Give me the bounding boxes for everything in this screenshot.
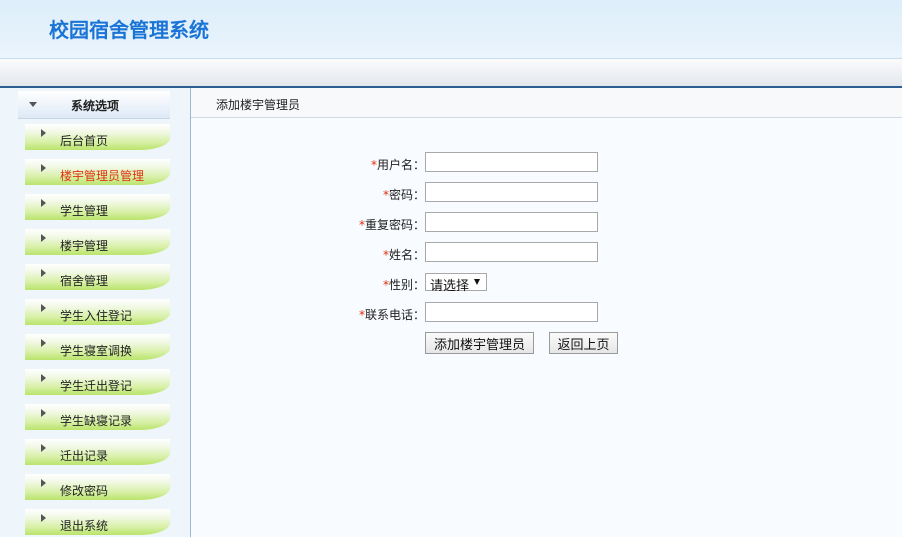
top-nav-bar (0, 59, 902, 88)
main-content: *用户名： *密码： *重复密码： *姓名： *性别： 请选择 *联系电话： 添… (191, 118, 902, 537)
arrow-right-icon (41, 444, 46, 452)
sidebar-item-label: 退出系统 (60, 519, 109, 533)
username-input[interactable] (425, 152, 598, 172)
sidebar-item-room-swap[interactable]: 学生寝室调换 (25, 334, 170, 360)
username-label: *用户名： (370, 158, 425, 172)
sidebar-item-label: 学生寝室调换 (60, 344, 133, 358)
password-label: *密码： (382, 188, 425, 202)
sidebar-item-home[interactable]: 后台首页 (25, 124, 170, 150)
sidebar-item-label: 宿舍管理 (60, 274, 109, 288)
arrow-right-icon (41, 374, 46, 382)
arrow-right-icon (41, 129, 46, 137)
sidebar-item-checkout[interactable]: 学生迁出登记 (25, 369, 170, 395)
gender-label: *性别： (382, 278, 425, 292)
sidebar: 系统选项 后台首页 楼宇管理员管理 学生管理 楼宇管理 宿舍管理 学生入住登记 … (0, 88, 191, 537)
sidebar-item-checkout-records[interactable]: 迁出记录 (25, 439, 170, 465)
form-buttons-row: 添加楼宇管理员 返回上页 (191, 332, 902, 354)
confirm-password-input[interactable] (425, 212, 598, 232)
app-title: 校园宿舍管理系统 (49, 18, 209, 42)
gender-row: *性别： 请选择 (191, 272, 902, 294)
phone-label: *联系电话： (358, 308, 425, 322)
sidebar-item-logout[interactable]: 退出系统 (25, 509, 170, 535)
phone-input[interactable] (425, 302, 598, 322)
gender-select[interactable]: 请选择 (425, 273, 487, 294)
content-header: 添加楼宇管理员 (191, 88, 902, 118)
app-header: 校园宿舍管理系统 (0, 0, 902, 59)
arrow-right-icon (41, 234, 46, 242)
arrow-right-icon (41, 514, 46, 522)
sidebar-title: 系统选项 (71, 99, 120, 113)
username-row: *用户名： (191, 152, 902, 174)
dropdown-arrow-icon (474, 279, 480, 285)
sidebar-item-label: 学生管理 (60, 204, 109, 218)
sidebar-item-building-admin[interactable]: 楼宇管理员管理 (25, 159, 170, 185)
chevron-down-icon (29, 102, 37, 107)
back-button[interactable]: 返回上页 (549, 332, 618, 354)
sidebar-item-label: 楼宇管理 (60, 239, 109, 253)
sidebar-item-students[interactable]: 学生管理 (25, 194, 170, 220)
add-building-admin-button[interactable]: 添加楼宇管理员 (425, 332, 534, 354)
password-row: *密码： (191, 182, 902, 204)
arrow-right-icon (41, 199, 46, 207)
arrow-right-icon (41, 479, 46, 487)
password-input[interactable] (425, 182, 598, 202)
sidebar-item-label: 楼宇管理员管理 (60, 169, 145, 183)
confirm-password-row: *重复密码： (191, 212, 902, 234)
sidebar-item-label: 学生迁出登记 (60, 379, 133, 393)
sidebar-item-label: 后台首页 (60, 134, 109, 148)
sidebar-item-checkin[interactable]: 学生入住登记 (25, 299, 170, 325)
name-input[interactable] (425, 242, 598, 262)
name-label: *姓名： (382, 248, 425, 262)
arrow-right-icon (41, 339, 46, 347)
arrow-right-icon (41, 269, 46, 277)
sidebar-item-change-password[interactable]: 修改密码 (25, 474, 170, 500)
arrow-right-icon (41, 164, 46, 172)
page-title: 添加楼宇管理员 (216, 98, 301, 112)
sidebar-item-dorms[interactable]: 宿舍管理 (25, 264, 170, 290)
arrow-right-icon (41, 304, 46, 312)
phone-row: *联系电话： (191, 302, 902, 324)
gender-select-value: 请选择 (430, 279, 470, 294)
sidebar-item-label: 学生入住登记 (60, 309, 133, 323)
sidebar-item-label: 修改密码 (60, 484, 109, 498)
name-row: *姓名： (191, 242, 902, 264)
sidebar-header[interactable]: 系统选项 (18, 91, 170, 119)
sidebar-item-label: 学生缺寝记录 (60, 414, 133, 428)
sidebar-item-buildings[interactable]: 楼宇管理 (25, 229, 170, 255)
sidebar-item-label: 迁出记录 (60, 449, 109, 463)
arrow-right-icon (41, 409, 46, 417)
confirm-password-label: *重复密码： (358, 218, 425, 232)
sidebar-item-absence[interactable]: 学生缺寝记录 (25, 404, 170, 430)
